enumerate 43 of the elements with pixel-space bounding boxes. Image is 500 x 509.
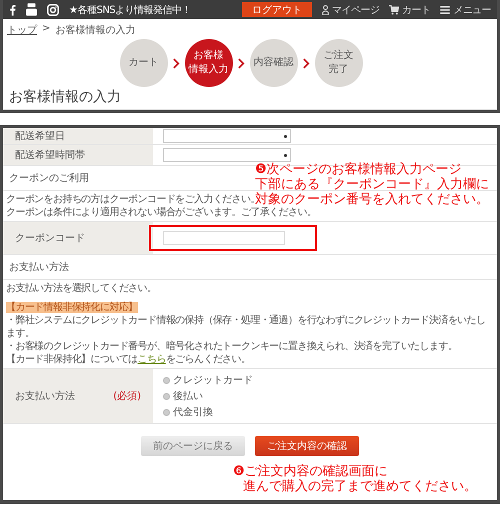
- radio-option[interactable]: 後払い: [163, 389, 203, 403]
- menu-icon: [440, 6, 450, 14]
- header-link[interactable]: カート: [402, 2, 430, 16]
- facebook-icon[interactable]: [9, 4, 16, 16]
- step-circle: カート: [120, 39, 168, 87]
- breadcrumb-separator: >: [42, 23, 50, 36]
- field-label-cell: 配送希望日: [3, 128, 153, 144]
- annotation-text: ❻ご注文内容の確認画面に 進んで購入の完了まで進めてください。: [232, 464, 478, 496]
- person-icon: [322, 4, 330, 14]
- link[interactable]: こちら: [138, 354, 166, 365]
- instagram-icon[interactable]: [47, 4, 59, 16]
- note-text: ・お客様のクレジットカード番号が、暗号化されたトークンキーに置き換えられ、決済を完了いたします。: [6, 340, 458, 353]
- logout-button[interactable]: ログアウト: [242, 2, 312, 17]
- select-field[interactable]: [163, 148, 291, 162]
- highlight-label: 【カード情報非保持化に対応】: [6, 302, 138, 313]
- step-circle: 内容確認: [250, 39, 298, 87]
- note-text: ・弊社システムにクレジットカード情報の保持（保存・処理・通過）を行なわずにクレジットカード決済をいたします。: [6, 314, 486, 340]
- back-button[interactable]: 前のページに戻る: [141, 436, 245, 456]
- step-circle: お客様 情報入力: [184, 39, 232, 87]
- radio-option[interactable]: クレジットカード: [163, 373, 253, 387]
- field-label-cell: クーポンコード: [3, 222, 153, 254]
- breadcrumb-current: お客様情報の入力: [55, 24, 136, 37]
- coupon-input-field[interactable]: [163, 231, 285, 245]
- header-link[interactable]: メニュー: [453, 2, 491, 16]
- note-text: クーポンは条件により適用されない場合がございます。ご了承ください。: [6, 206, 316, 219]
- section-title: お支払い方法: [3, 255, 497, 280]
- required-mark: (必須): [113, 390, 141, 403]
- step-circle: ご注文 完了: [314, 39, 362, 87]
- field-label: お支払い方法: [15, 390, 75, 403]
- cart-icon: [389, 4, 400, 14]
- select-field[interactable]: [163, 129, 291, 143]
- chevron-icon: [302, 58, 310, 68]
- note-text: 【カード非保持化】についてはこちらをごらんください。: [6, 353, 250, 366]
- field-label-cell: 配送希望時間帯: [3, 145, 153, 165]
- confirm-button[interactable]: ご注文内容の確認: [255, 436, 359, 456]
- radio-option[interactable]: 代金引換: [163, 405, 213, 419]
- chevron-icon: [238, 58, 244, 68]
- note-text: お支払い方法を選択してください。: [6, 282, 156, 295]
- page-title: お客様情報の入力: [3, 88, 497, 110]
- sns-notice: ★各種SNSより情報発信中！: [69, 4, 192, 16]
- header-link[interactable]: マイページ: [332, 2, 380, 16]
- chevron-icon: [172, 58, 180, 68]
- breadcrumb-link[interactable]: トップ: [7, 23, 37, 37]
